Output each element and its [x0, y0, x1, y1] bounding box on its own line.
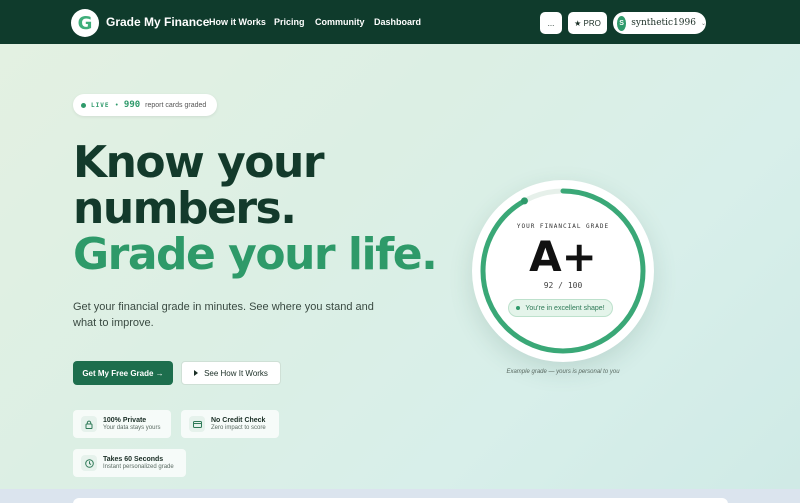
logo-letter: G — [77, 12, 93, 34]
username: synthetic1996 — [631, 18, 696, 28]
avatar: S — [617, 15, 627, 31]
hero-heading-line-2: numbers. — [73, 183, 297, 234]
live-label: LIVE — [91, 101, 110, 109]
get-free-grade-button[interactable]: Get My Free Grade → — [73, 361, 173, 385]
pro-button[interactable]: ★ PRO — [568, 12, 607, 34]
grade-label: YOUR FINANCIAL GRADE — [516, 223, 610, 230]
hero-subtitle: Get your financial grade in minutes. See… — [73, 301, 374, 329]
badge-separator: • — [115, 101, 118, 109]
feature-subtitle: Instant personalized grade — [103, 464, 174, 470]
nav-link-how-it-works[interactable]: How it Works — [209, 17, 266, 27]
grade-value: A+ — [529, 232, 597, 281]
feature-title: No Credit Check — [211, 417, 266, 424]
see-how-it-works-button[interactable]: See How It Works — [181, 361, 281, 385]
status-dot-icon — [516, 306, 521, 310]
grade-card: YOUR FINANCIAL GRADE A+ 92 / 100 You're … — [472, 180, 654, 362]
see-how-it-works-label: See How It Works — [204, 368, 268, 378]
report-count: 990 — [123, 100, 141, 110]
chevron-down-icon: ⌄ — [700, 20, 706, 27]
hero-heading-line-3: Grade your life. — [73, 229, 438, 280]
feature-private: 100% Private Your data stays yours — [73, 410, 171, 438]
live-counter-badge: LIVE • 990 report cards graded — [73, 94, 217, 116]
grade-status-badge: You're in excellent shape! — [508, 299, 613, 317]
feature-title: 100% Private — [103, 417, 147, 424]
report-count-label: report cards graded — [145, 101, 207, 109]
live-dot-icon — [81, 102, 86, 108]
feature-sixty-seconds: Takes 60 Seconds Instant personalized gr… — [73, 449, 186, 477]
nav-link-community[interactable]: Community — [315, 17, 365, 27]
grade-caption: Example grade — yours is personal to you — [506, 369, 620, 375]
brand-name[interactable]: Grade My Finance — [106, 15, 209, 29]
nav-link-dashboard[interactable]: Dashboard — [374, 17, 421, 27]
grade-progress-knob — [520, 197, 528, 205]
feature-no-credit-check: No Credit Check Zero impact to score — [181, 410, 279, 438]
logo-icon[interactable]: G — [71, 9, 99, 37]
card-icon — [189, 416, 205, 432]
feature-subtitle: Your data stays yours — [103, 425, 161, 431]
user-menu[interactable]: S synthetic1996 ⌄ — [613, 12, 706, 34]
grade-status-text: You're in excellent shape! — [525, 304, 605, 312]
clock-icon — [81, 455, 97, 471]
feature-title: Takes 60 Seconds — [103, 456, 164, 463]
more-button[interactable]: ... — [540, 12, 562, 34]
feature-subtitle: Zero impact to score — [211, 425, 266, 431]
nav-link-pricing[interactable]: Pricing — [274, 17, 305, 27]
grade-score: 92 / 100 — [543, 281, 583, 290]
top-nav: G Grade My Finance How it Works Pricing … — [0, 0, 800, 44]
hero-heading-line-1: Know your — [73, 137, 325, 188]
next-section-card — [73, 498, 728, 503]
lock-icon — [81, 416, 97, 432]
play-icon — [194, 370, 199, 376]
